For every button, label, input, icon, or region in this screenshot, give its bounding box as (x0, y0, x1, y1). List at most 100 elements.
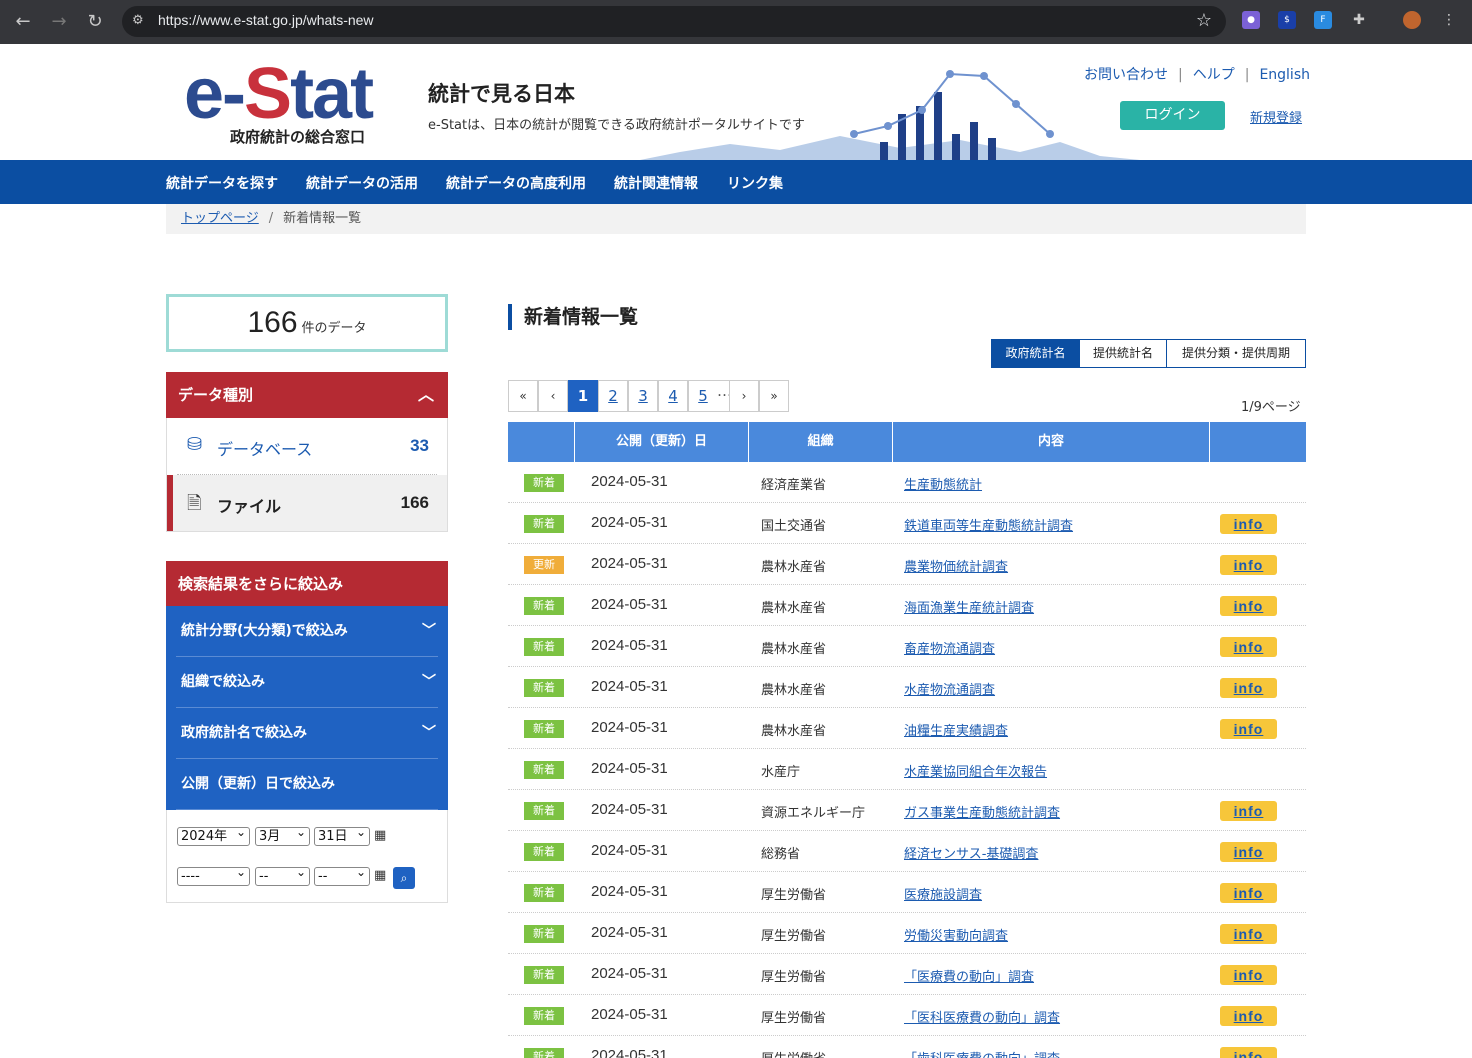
help-link[interactable]: ヘルプ (1193, 67, 1235, 83)
search-icon[interactable]: ⌕ (393, 867, 415, 889)
breadcrumb-separator: / (268, 211, 274, 226)
page-indicator: 1/9ページ (1241, 400, 1301, 415)
info-button[interactable]: info (1220, 801, 1277, 821)
row-content-link[interactable]: ガス事業生産動態統計調査 (904, 802, 1060, 821)
filter-label: 政府統計名で絞込み (181, 725, 307, 741)
reload-icon[interactable]: ↻ (83, 10, 107, 34)
extension-icon[interactable]: ● (1242, 11, 1260, 29)
info-button[interactable]: info (1220, 1047, 1277, 1058)
filter-category[interactable]: 統計分野(大分類)で絞込み ﹀ (176, 606, 438, 657)
table-row: 新着 2024-05-31 厚生労働省 「歯科医療費の動向」調査 info (508, 1036, 1306, 1058)
address-bar[interactable]: ⚙ https://www.e-stat.go.jp/whats-new ☆ (122, 6, 1226, 37)
data-type-list: ⛁ データベース 33 🗎 ファイル 166 (166, 418, 448, 532)
site-settings-icon[interactable]: ⚙ (132, 13, 148, 29)
page-4[interactable]: 4 (658, 380, 688, 412)
info-button[interactable]: info (1220, 637, 1277, 657)
first-page-button[interactable]: « (508, 380, 538, 412)
page-5[interactable]: 5 (688, 380, 718, 412)
row-content-link[interactable]: 「歯科医療費の動向」調査 (904, 1048, 1060, 1058)
chevron-down-icon: ﹀ (422, 674, 436, 690)
row-content-link[interactable]: 畜産物流通調査 (904, 638, 995, 657)
row-content-link[interactable]: 医療施設調査 (904, 884, 982, 903)
row-content-link[interactable]: 鉄道車両等生産動態統計調査 (904, 515, 1073, 534)
row-content-link[interactable]: 海面漁業生産統計調査 (904, 597, 1034, 616)
info-button[interactable]: info (1220, 924, 1277, 944)
info-button[interactable]: info (1220, 555, 1277, 575)
breadcrumb-home[interactable]: トップページ (181, 211, 259, 226)
extension-icon[interactable]: F (1314, 11, 1332, 29)
to-day-select[interactable]: -- (314, 864, 370, 886)
calendar-icon[interactable]: ▦ (374, 828, 386, 843)
row-content-link[interactable]: 経済センサス-基礎調査 (904, 843, 1038, 862)
data-type-database[interactable]: ⛁ データベース 33 (167, 418, 447, 474)
avatar[interactable] (1403, 11, 1421, 29)
tab-provided-stat[interactable]: 提供統計名 (1079, 339, 1167, 368)
table-row: 新着 2024-05-31 厚生労働省 「医療費の動向」調査 info (508, 954, 1306, 995)
status-badge: 新着 (524, 474, 564, 492)
tab-classification-cycle[interactable]: 提供分類・提供周期 (1166, 339, 1306, 368)
row-content-link[interactable]: 生産動態統計 (904, 474, 982, 493)
info-button[interactable]: info (1220, 883, 1277, 903)
row-date: 2024-05-31 (591, 801, 668, 818)
row-content-link[interactable]: 農業物価統計調査 (904, 556, 1008, 575)
register-link[interactable]: 新規登録 (1250, 107, 1302, 126)
row-date: 2024-05-31 (591, 842, 668, 859)
page-2[interactable]: 2 (598, 380, 628, 412)
row-content-link[interactable]: 労働災害動向調査 (904, 925, 1008, 944)
site-title: 統計で見る日本 (428, 82, 575, 106)
english-link[interactable]: English (1259, 67, 1310, 83)
login-button[interactable]: ログイン (1120, 101, 1225, 130)
page-3[interactable]: 3 (628, 380, 658, 412)
tab-stat-name[interactable]: 政府統計名 (991, 339, 1080, 368)
nav-advanced-use[interactable]: 統計データの高度利用 (446, 173, 586, 193)
page-1[interactable]: 1 (568, 380, 598, 412)
estat-logo[interactable]: e-Stat 政府統計の総合窓口 (184, 58, 384, 148)
next-page-button[interactable]: › (729, 380, 759, 412)
to-year-select[interactable]: ---- (177, 864, 250, 886)
info-button[interactable]: info (1220, 596, 1277, 616)
filter-organization[interactable]: 組織で絞込み ﹀ (176, 657, 438, 708)
row-date: 2024-05-31 (591, 514, 668, 531)
from-year-select[interactable]: 2024年 (177, 824, 250, 846)
filter-date[interactable]: 公開（更新）日で絞込み (176, 759, 438, 810)
filter-label: 統計分野(大分類)で絞込み (181, 623, 348, 639)
to-month-select[interactable]: -- (255, 864, 310, 886)
row-content-link[interactable]: 「医療費の動向」調査 (904, 966, 1034, 985)
from-month-select[interactable]: 3月 (255, 824, 310, 846)
info-button[interactable]: info (1220, 678, 1277, 698)
table-row: 新着 2024-05-31 厚生労働省 労働災害動向調査 info (508, 913, 1306, 954)
pager-ellipsis: … (717, 380, 732, 412)
nav-links[interactable]: リンク集 (727, 173, 783, 193)
back-icon[interactable]: ← (11, 10, 35, 34)
nav-find-data[interactable]: 統計データを探す (166, 173, 278, 193)
forward-icon[interactable]: → (47, 10, 71, 34)
filter-stat-name[interactable]: 政府統計名で絞込み ﹀ (176, 708, 438, 759)
row-content-link[interactable]: 「医科医療費の動向」調査 (904, 1007, 1060, 1026)
extension-icon[interactable]: $ (1278, 11, 1296, 29)
from-day-select[interactable]: 31日 (314, 824, 370, 846)
prev-page-button[interactable]: ‹ (538, 380, 568, 412)
info-button[interactable]: info (1220, 514, 1277, 534)
row-content-link[interactable]: 水産業協同組合年次報告 (904, 761, 1047, 780)
status-badge: 新着 (524, 515, 564, 533)
bookmark-star-icon[interactable]: ☆ (1196, 10, 1212, 31)
nav-related-info[interactable]: 統計関連情報 (614, 173, 698, 193)
contact-link[interactable]: お問い合わせ (1084, 67, 1168, 83)
info-button[interactable]: info (1220, 965, 1277, 985)
row-date: 2024-05-31 (591, 883, 668, 900)
nav-use-data[interactable]: 統計データの活用 (306, 173, 418, 193)
header-links: お問い合わせ | ヘルプ | English (1084, 64, 1310, 84)
puzzle-icon[interactable]: ✚ (1350, 11, 1368, 29)
row-content-link[interactable]: 油糧生産実績調査 (904, 720, 1008, 739)
info-button[interactable]: info (1220, 842, 1277, 862)
info-button[interactable]: info (1220, 719, 1277, 739)
last-page-button[interactable]: » (759, 380, 789, 412)
row-content-link[interactable]: 水産物流通調査 (904, 679, 995, 698)
link-separator: | (1244, 67, 1250, 83)
info-button[interactable]: info (1220, 1006, 1277, 1026)
data-type-header[interactable]: データ種別 ︿ (166, 372, 448, 418)
calendar-icon[interactable]: ▦ (374, 868, 386, 883)
menu-icon[interactable]: ⋮ (1440, 11, 1458, 29)
row-organization: 厚生労働省 (761, 1048, 826, 1058)
data-type-file[interactable]: 🗎 ファイル 166 (167, 475, 447, 531)
